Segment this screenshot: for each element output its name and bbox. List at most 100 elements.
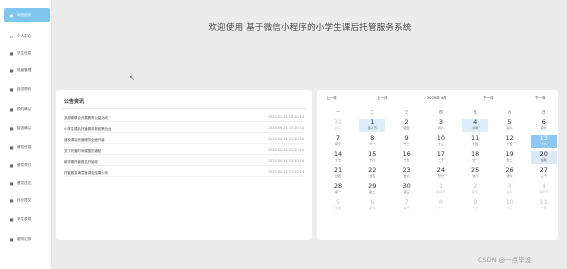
sidebar-item-9[interactable]: ■ 餐饮送达: [4, 176, 50, 190]
day-number: 4: [541, 182, 546, 190]
calendar-day[interactable]: 11 十四: [531, 199, 557, 212]
calendar-day[interactable]: 26 廿九: [497, 167, 523, 180]
notice-row[interactable]: 多部委联合开展教育公益活动 2025-04-11 15:20:14: [64, 113, 304, 122]
calendar-day[interactable]: 7 初十: [325, 135, 351, 148]
sidebar-item-0[interactable]: ● 系统首页: [4, 8, 50, 22]
calendar-day[interactable]: 8 十一: [428, 199, 454, 212]
calendar-day[interactable]: 9 十二: [394, 135, 420, 148]
day-lunar: 初六: [437, 126, 444, 130]
calendar-day[interactable]: 24 廿七: [428, 167, 454, 180]
day-lunar: 劳动节: [436, 190, 446, 194]
calendar-day[interactable]: 21 廿四: [325, 167, 351, 180]
calendar-day[interactable]: 18 廿一: [462, 151, 488, 164]
sidebar-item-2[interactable]: ■ 学生信息: [4, 46, 50, 60]
notice-row[interactable]: 我校课后托管服务全面升级 2025-04-11 15:20:14: [64, 135, 304, 144]
notice-date: 2025-04-11 15:20:14: [267, 115, 304, 119]
calendar-day[interactable]: 25 廿八: [462, 167, 488, 180]
sidebar-item-12[interactable]: ■ 服务记录: [4, 232, 50, 246]
calendar-day[interactable]: 30 初三: [394, 183, 420, 196]
sidebar-item-7[interactable]: ■ 餐饮信息: [4, 140, 50, 154]
day-lunar: 十二: [403, 142, 410, 146]
calendar-day[interactable]: 4 青年节: [531, 183, 557, 196]
day-number: 1: [438, 182, 443, 190]
calendar-day[interactable]: 1 愚人节: [359, 119, 386, 132]
calendar-day[interactable]: 5 初八: [497, 119, 523, 132]
calendar-day[interactable]: 29 初二: [359, 183, 385, 196]
sidebar-item-3[interactable]: ■ 班级管理: [4, 63, 50, 77]
notice-panel: 公告资讯 多部委联合开展教育公益活动 2025-04-11 15:20:14 小学生…: [56, 90, 312, 240]
calendar-day[interactable]: 19 廿二: [497, 151, 523, 164]
notice-row[interactable]: 新学期托管报名开始啦 2025-04-11 15:20:14: [64, 157, 304, 166]
calendar-day[interactable]: 22 廿五: [359, 167, 385, 180]
notice-row[interactable]: 小学生课后托管服务新政策出台 2025-04-11 15:20:14: [64, 124, 304, 133]
day-lunar: 初五: [403, 126, 410, 130]
sidebar-item-4[interactable]: ■ 接送预约: [4, 82, 50, 96]
day-number: 5: [335, 198, 341, 206]
day-number: 6: [370, 198, 375, 206]
notice-row[interactable]: 托管服务满意度调查结果公布 2025-04-11 15:20:14: [64, 168, 304, 177]
day-number: 2: [404, 118, 409, 126]
day-number: 11: [539, 198, 548, 206]
calendar-day[interactable]: 1 劳动节: [428, 183, 454, 196]
notice-date: 2025-04-11 15:20:14: [267, 170, 304, 174]
notice-row[interactable]: 关于托管时间调整的通知 2025-04-11 15:20:14: [64, 146, 304, 155]
pickup-icon: ■: [9, 125, 14, 131]
sidebar-item-label: 系统首页: [17, 12, 32, 17]
calendar-day[interactable]: 31 初三: [325, 119, 351, 132]
day-number: 9: [404, 134, 409, 142]
sidebar-item-label: 作业提交: [17, 197, 32, 202]
calendar-day[interactable]: 3 初六: [497, 183, 523, 196]
sidebar-item-label: 个人中心: [17, 33, 32, 38]
calendar-day[interactable]: 20 谷雨: [530, 151, 557, 164]
sidebar-item-5[interactable]: ■ 预约确认: [4, 102, 50, 116]
day-number: 14: [333, 150, 343, 158]
day-number: 9: [473, 198, 478, 206]
calendar-day[interactable]: 10 十三: [497, 199, 523, 212]
day-lunar: 廿七: [437, 174, 444, 178]
food-icon: ■: [9, 144, 14, 150]
calendar-day[interactable]: 4 清明: [462, 118, 489, 132]
home-icon: ●: [9, 12, 14, 18]
prev-year-button[interactable]: 上一年: [326, 96, 337, 101]
next-month-button[interactable]: 下一月: [483, 96, 494, 101]
calendar-day[interactable]: 9 十二: [462, 199, 488, 212]
calendar-day[interactable]: 7 初十: [394, 199, 420, 212]
next-year-button[interactable]: 下一年: [535, 96, 546, 101]
sidebar-item-6[interactable]: ■ 接送确认: [4, 121, 50, 135]
sidebar-item-1[interactable]: ▭ 个人中心: [4, 29, 50, 43]
calendar-day[interactable]: 15 十八: [359, 151, 385, 164]
calendar-day[interactable]: 10 十三: [428, 135, 454, 148]
mouse-cursor-icon: ↖: [129, 74, 135, 82]
calendar-day[interactable]: 16 十九: [394, 151, 420, 164]
day-lunar: 廿九: [506, 174, 513, 178]
calendar-day[interactable]: 23 廿六: [394, 167, 420, 180]
day-number: 15: [368, 150, 377, 158]
sidebar: ● 系统首页 ▭ 个人中心 ■ 学生信息 ■ 班级管理 ■ 接送预约 ■ 预约确认 ■ 接送确认 ■ 餐饮信息…: [0, 0, 52, 269]
calendar-day[interactable]: 2 初五: [462, 183, 488, 196]
calendar-day[interactable]: 5 立夏: [325, 199, 351, 212]
sidebar-item-8[interactable]: ■ 餐饮预订: [4, 158, 50, 172]
calendar-day[interactable]: 17 二十: [428, 151, 454, 164]
day-number: 13: [539, 134, 548, 142]
sidebar-item-11[interactable]: ■ 学生表现: [4, 212, 50, 226]
sidebar-item-label: 餐饮预订: [17, 162, 32, 167]
calendar-day[interactable]: 6 初九: [359, 199, 385, 212]
day-number: 4: [473, 118, 478, 126]
calendar-day[interactable]: 6 初九: [531, 119, 557, 132]
day-number: 24: [436, 166, 446, 174]
calendar-day[interactable]: 2 初五: [394, 119, 420, 132]
calendar-day[interactable]: 27 三十: [531, 167, 557, 180]
calendar-day[interactable]: 14 十七: [325, 151, 351, 164]
sidebar-item-10[interactable]: ■ 作业提交: [4, 193, 50, 207]
calendar-day[interactable]: 12 十五: [497, 135, 523, 148]
day-lunar: 初六: [506, 190, 513, 194]
calendar-day[interactable]: 3 初六: [428, 119, 454, 132]
day-lunar: 青年节: [539, 190, 549, 194]
day-lunar: 十三: [506, 206, 513, 210]
calendar-day[interactable]: 28 初一: [325, 183, 351, 196]
calendar-day[interactable]: 11 十四: [462, 135, 488, 148]
calendar-day[interactable]: 13 十六: [530, 134, 557, 148]
prev-month-button[interactable]: 上一月: [377, 96, 388, 101]
day-lunar: 初九: [369, 206, 376, 210]
calendar-day[interactable]: 8 十一: [359, 135, 385, 148]
